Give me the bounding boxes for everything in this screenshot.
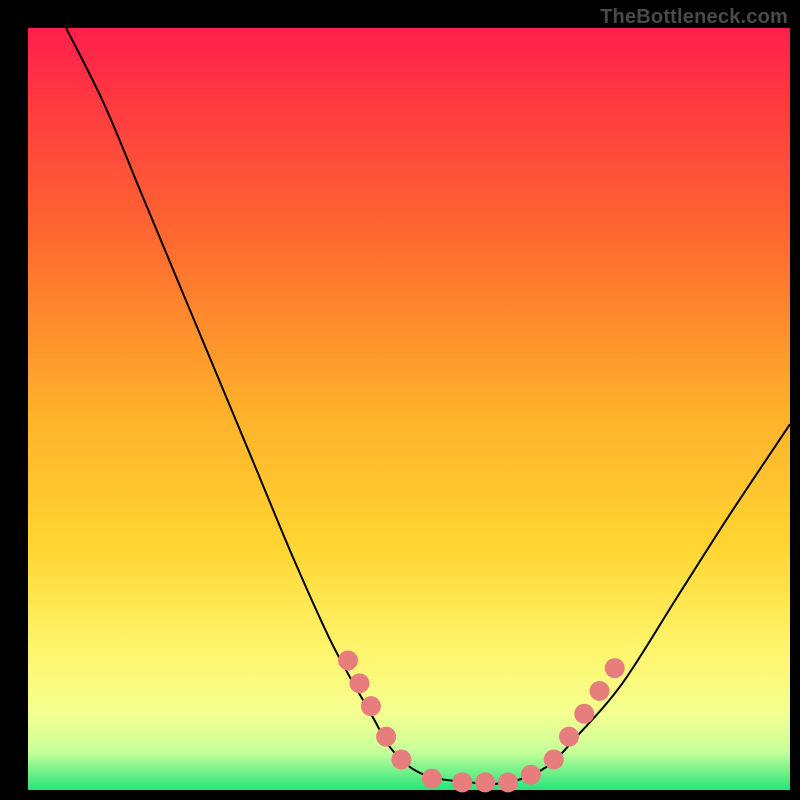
curve-marker (475, 772, 495, 792)
curve-marker (338, 650, 358, 670)
curve-marker (452, 772, 472, 792)
curve-marker (498, 772, 518, 792)
curve-marker (605, 658, 625, 678)
curve-marker (521, 765, 541, 785)
curve-marker (559, 727, 579, 747)
curve-marker (391, 750, 411, 770)
curve-marker (349, 673, 369, 693)
curve-marker (361, 696, 381, 716)
chart-container: TheBottleneck.com (0, 0, 800, 800)
curve-marker (590, 681, 610, 701)
bottleneck-chart (0, 0, 800, 800)
curve-marker (422, 769, 442, 789)
plot-background (28, 28, 790, 790)
curve-marker (544, 750, 564, 770)
curve-marker (574, 704, 594, 724)
watermark-label: TheBottleneck.com (600, 6, 788, 29)
curve-marker (376, 727, 396, 747)
